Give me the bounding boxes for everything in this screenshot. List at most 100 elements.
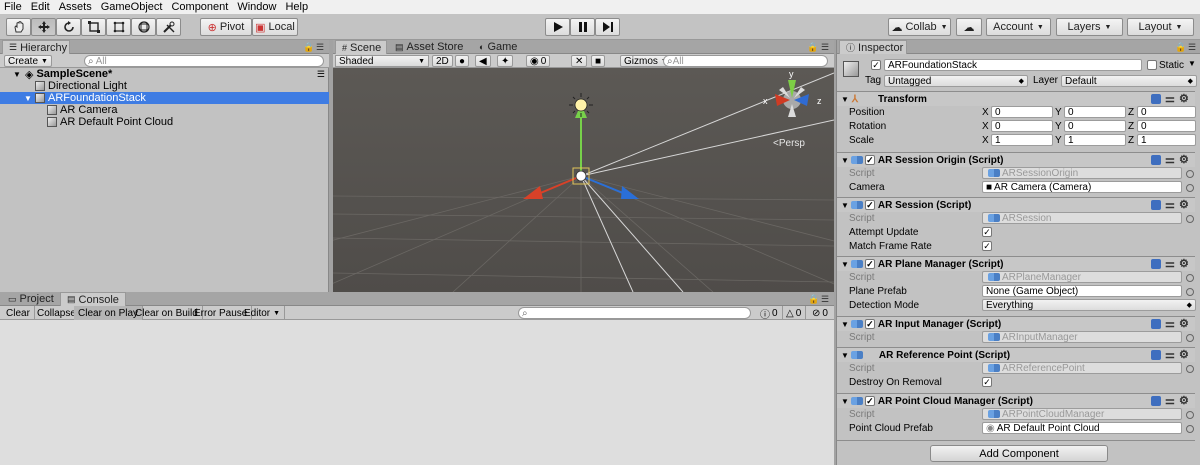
scene-viewport[interactable]: y x z <Persp [333, 68, 834, 292]
transform-header[interactable]: ▼ ⅄ Transform ⚌ ⚙ [837, 91, 1195, 106]
tab-hierarchy[interactable]: ☰ Hierarchy [2, 40, 70, 54]
attempt-update-checkbox[interactable]: ✓ [982, 227, 992, 237]
transform-tool-button[interactable] [131, 18, 156, 36]
ar-plane-manager-header[interactable]: ▼ ✓ AR Plane Manager (Script) ⚌ ⚙ [837, 256, 1195, 271]
row-menu-icon[interactable]: ☰ [317, 69, 325, 80]
scene-search-input[interactable]: ⌕ All [663, 55, 828, 67]
move-tool-button[interactable] [31, 18, 56, 36]
position-y-field[interactable]: 0 [1064, 106, 1126, 118]
rotation-z-field[interactable]: 0 [1137, 120, 1196, 132]
scale-tool-button[interactable] [81, 18, 106, 36]
account-dropdown[interactable]: Account ▼ [986, 18, 1051, 36]
preset-sliders-icon[interactable]: ⚌ [1165, 259, 1175, 270]
object-picker-icon[interactable] [1186, 365, 1194, 373]
ar-point-cloud-manager-header[interactable]: ▼ ✓ AR Point Cloud Manager (Script) ⚌ ⚙ [837, 393, 1195, 408]
layer-dropdown[interactable]: Default ◆ [1061, 75, 1197, 87]
component-enabled-checkbox[interactable]: ✓ [864, 155, 875, 165]
panel-menu-icon[interactable]: ☰ [1188, 42, 1196, 53]
lock-icon[interactable]: 🔒 [808, 294, 819, 305]
collab-dropdown[interactable]: ☁ Collab ▼ [888, 18, 951, 36]
scale-z-field[interactable]: 1 [1137, 134, 1196, 146]
foldout-arrow-icon[interactable]: ▼ [841, 351, 849, 360]
object-name-field[interactable]: ARFoundationStack [884, 59, 1142, 71]
lighting-toggle[interactable]: ● [455, 55, 470, 67]
console-search-input[interactable]: ⌕ [518, 307, 751, 319]
panel-menu-icon[interactable]: ☰ [821, 294, 829, 305]
ar-session-header[interactable]: ▼ ✓ AR Session (Script) ⚌ ⚙ [837, 197, 1195, 212]
tree-row-directional-light[interactable]: Directional Light [0, 80, 329, 92]
tab-scene[interactable]: # Scene [335, 40, 387, 54]
editor-dropdown[interactable]: Editor ▼ [240, 306, 286, 320]
panel-menu-icon[interactable]: ☰ [821, 42, 829, 53]
active-checkbox[interactable]: ✓ [871, 60, 881, 70]
preset-sliders-icon[interactable]: ⚌ [1165, 319, 1175, 330]
audio-toggle[interactable]: ◀ [475, 55, 491, 67]
tab-inspector[interactable]: ⓘ Inspector [839, 40, 907, 54]
error-filter-toggle[interactable]: ⊘ 0 [808, 306, 832, 320]
tab-project[interactable]: ▭ Project [2, 292, 60, 306]
foldout-arrow-icon[interactable]: ▼ [841, 156, 849, 165]
rotation-x-field[interactable]: 0 [991, 120, 1053, 132]
position-x-field[interactable]: 0 [991, 106, 1053, 118]
preset-sliders-icon[interactable]: ⚌ [1165, 94, 1175, 105]
rotation-y-field[interactable]: 0 [1064, 120, 1126, 132]
tree-row-ar-camera[interactable]: AR Camera [0, 104, 329, 116]
tab-console[interactable]: ▤ Console [60, 292, 126, 306]
projection-label[interactable]: <Persp [773, 138, 805, 149]
caret-down-icon[interactable]: ▼ [1188, 59, 1196, 68]
rotate-tool-button[interactable] [56, 18, 81, 36]
help-book-icon[interactable] [1151, 155, 1161, 165]
preset-sliders-icon[interactable]: ⚌ [1165, 200, 1175, 211]
help-book-icon[interactable] [1151, 200, 1161, 210]
component-enabled-checkbox[interactable]: ✓ [864, 396, 875, 406]
object-picker-icon[interactable] [1186, 184, 1194, 192]
layout-dropdown[interactable]: Layout ▼ [1127, 18, 1194, 36]
preset-sliders-icon[interactable]: ⚌ [1165, 155, 1175, 166]
cloud-services-button[interactable]: ☁ [956, 18, 982, 36]
create-dropdown[interactable]: Create ▼ [4, 55, 52, 67]
foldout-arrow-icon[interactable]: ▼ [841, 201, 849, 210]
detection-mode-dropdown[interactable]: Everything ◆ [982, 299, 1196, 311]
local-button[interactable]: ▣ Local [252, 18, 298, 36]
lock-icon[interactable]: 🔒 [1175, 42, 1186, 53]
help-book-icon[interactable] [1151, 350, 1161, 360]
step-button[interactable] [595, 18, 620, 36]
gear-icon[interactable]: ⚙ [1179, 200, 1189, 211]
add-component-button[interactable]: Add Component [930, 445, 1108, 462]
object-picker-icon[interactable] [1186, 411, 1194, 419]
preset-sliders-icon[interactable]: ⚌ [1165, 396, 1175, 407]
hand-tool-button[interactable] [6, 18, 31, 36]
lock-icon[interactable]: 🔒 [303, 42, 314, 53]
point-cloud-prefab-field[interactable]: ◉ AR Default Point Cloud [982, 422, 1182, 434]
2d-toggle[interactable]: 2D [432, 55, 453, 67]
preset-sliders-icon[interactable]: ⚌ [1165, 350, 1175, 361]
foldout-arrow-icon[interactable]: ▼ [841, 260, 849, 269]
component-enabled-checkbox[interactable]: ✓ [864, 200, 875, 210]
component-enabled-checkbox[interactable]: ✓ [864, 319, 875, 329]
shading-mode-dropdown[interactable]: Shaded ▼ [335, 55, 429, 67]
hierarchy-search-input[interactable]: ⌕ All [84, 55, 324, 67]
plane-prefab-field[interactable]: None (Game Object) [982, 285, 1182, 297]
camera-field[interactable]: ■ AR Camera (Camera) [982, 181, 1182, 193]
console-log-area[interactable] [0, 320, 834, 465]
menu-help[interactable]: Help [285, 1, 308, 13]
clear-button[interactable]: Clear [2, 306, 35, 320]
ar-input-manager-header[interactable]: ▼ ✓ AR Input Manager (Script) ⚌ ⚙ [837, 316, 1195, 331]
custom-tool-button[interactable] [156, 18, 181, 36]
tab-game[interactable]: ◐ Game [473, 40, 523, 54]
object-picker-icon[interactable] [1186, 334, 1194, 342]
gear-icon[interactable]: ⚙ [1179, 155, 1189, 166]
gear-icon[interactable]: ⚙ [1179, 350, 1189, 361]
pause-button[interactable] [570, 18, 595, 36]
help-book-icon[interactable] [1151, 94, 1161, 104]
info-filter-toggle[interactable]: ⓘ 0 [756, 306, 783, 321]
scale-x-field[interactable]: 1 [991, 134, 1053, 146]
menu-file[interactable]: File [4, 1, 22, 13]
tab-asset-store[interactable]: ▤ Asset Store [389, 40, 469, 54]
scale-y-field[interactable]: 1 [1064, 134, 1126, 146]
foldout-arrow-icon[interactable]: ▼ [841, 397, 849, 406]
object-picker-icon[interactable] [1186, 170, 1194, 178]
layers-dropdown[interactable]: Layers ▼ [1056, 18, 1123, 36]
tag-dropdown[interactable]: Untagged ◆ [884, 75, 1028, 87]
tree-row-arfoundationstack[interactable]: ▼ ARFoundationStack [0, 92, 329, 104]
